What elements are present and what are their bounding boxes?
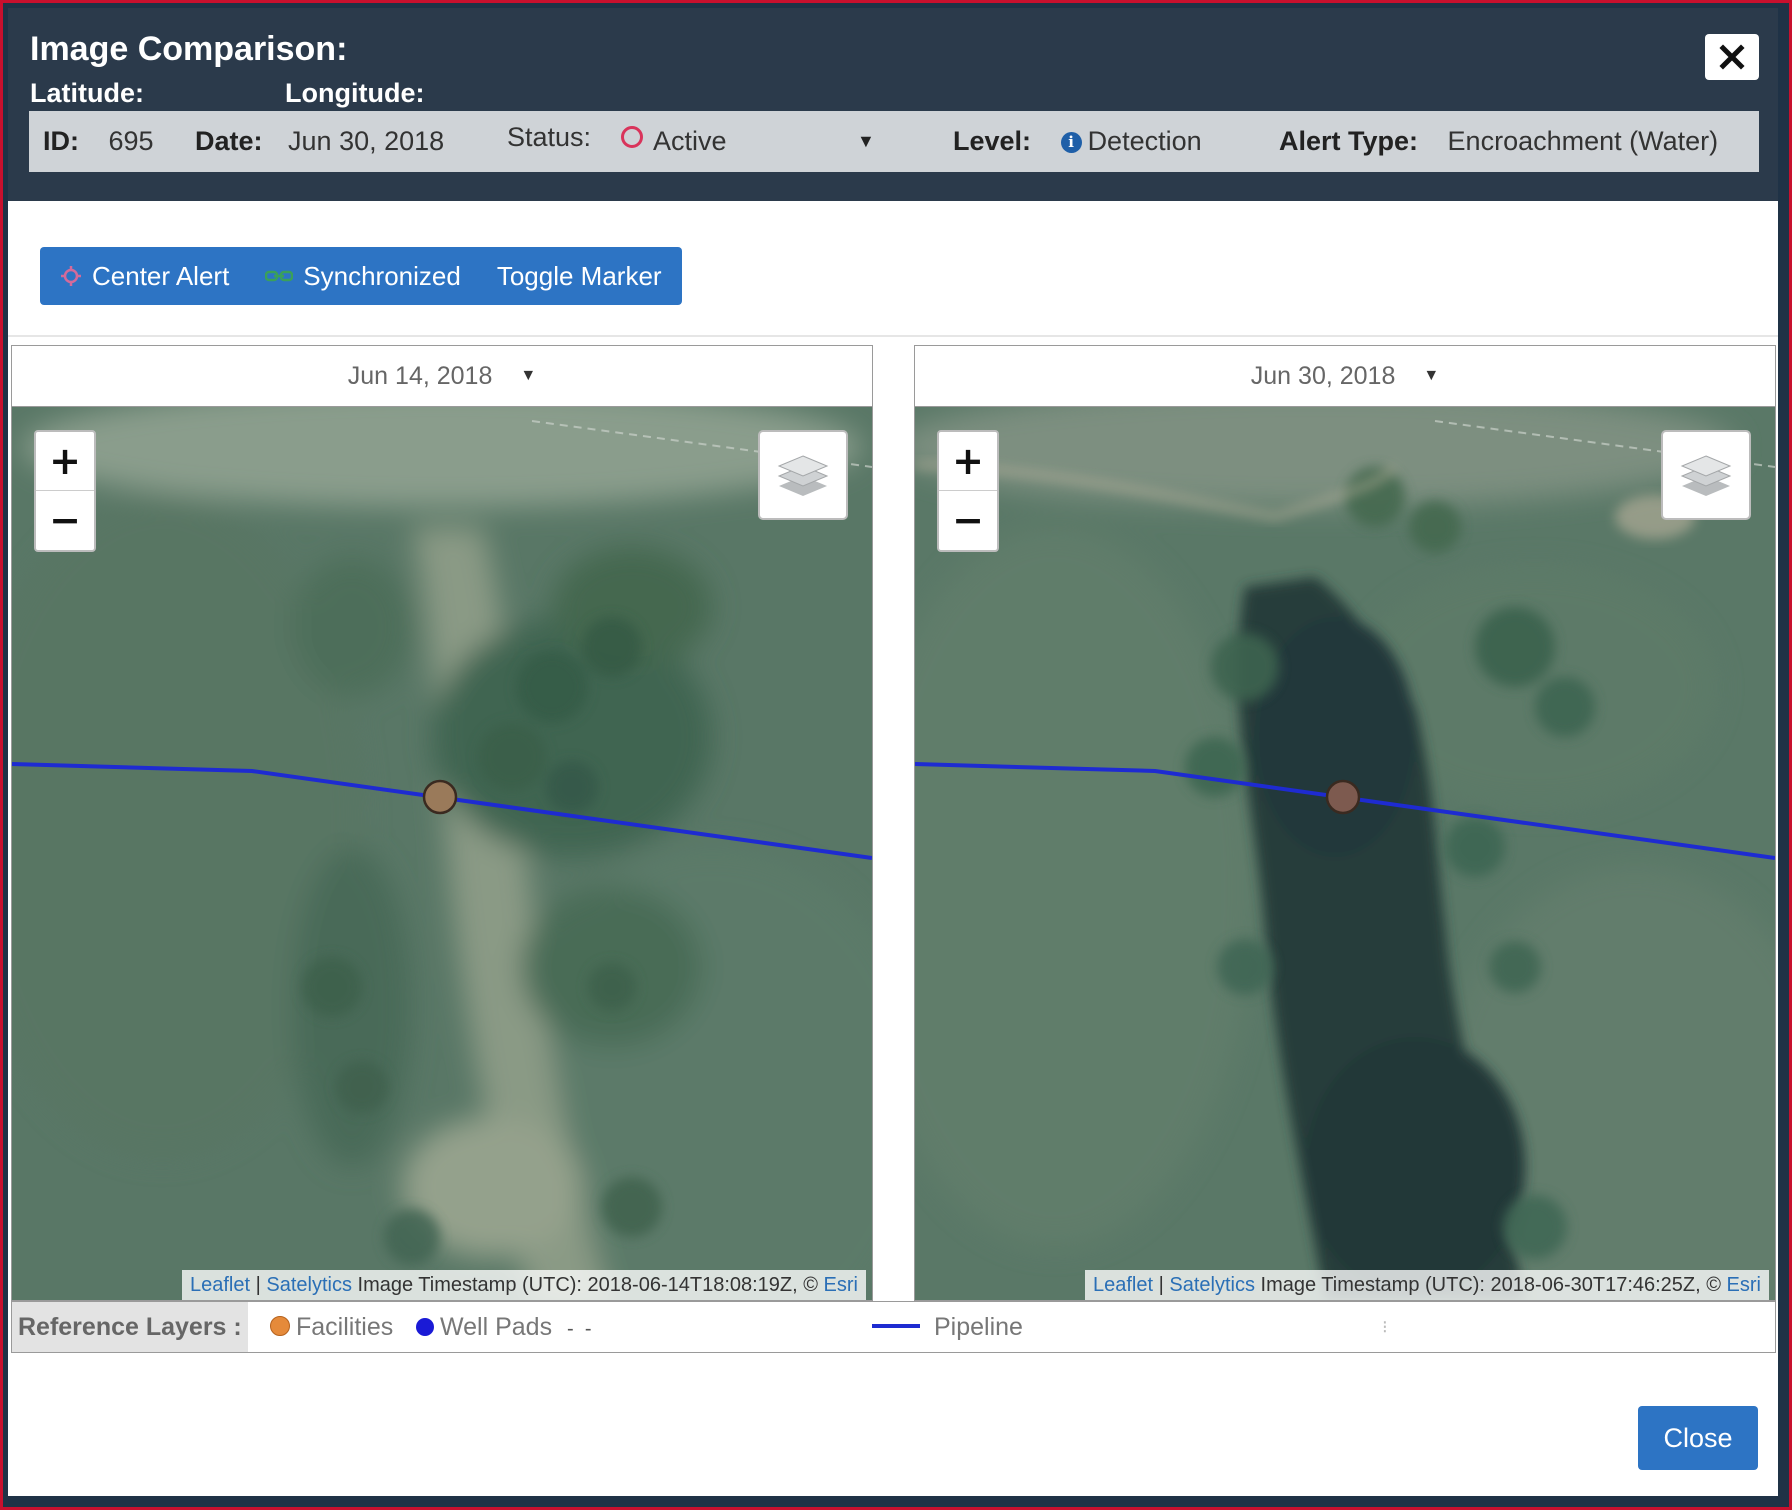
- latitude-label: Latitude:: [30, 78, 144, 108]
- date-label: Date:: [195, 126, 263, 156]
- facilities-dot-icon: [270, 1316, 290, 1336]
- level-label: Level:: [953, 126, 1032, 156]
- image-timestamp: Image Timestamp (UTC): 2018-06-14T18:08:…: [351, 1274, 824, 1296]
- modal-title: Image Comparison:: [30, 30, 348, 68]
- alert-info-bar: ID: 695 Date: Jun 30, 2018 Status: Activ…: [29, 111, 1759, 172]
- right-map-panel: Jun 30, 2018 ▼ + − Leaflet | Satelytics …: [914, 345, 1776, 1301]
- status-value: Active: [653, 126, 727, 156]
- right-zoom-control: + −: [937, 430, 999, 552]
- chevron-down-icon: ▼: [520, 367, 537, 384]
- crosshair-icon: [61, 266, 81, 286]
- layers-icon: [1680, 455, 1732, 496]
- alert-id: ID: 695: [43, 111, 154, 172]
- facility-marker[interactable]: [422, 779, 458, 815]
- right-map-attribution: Leaflet | Satelytics Image Timestamp (UT…: [1084, 1270, 1769, 1300]
- longitude-label: Longitude:: [285, 78, 425, 108]
- facilities-label: Facilities: [296, 1313, 394, 1341]
- zoom-in-button[interactable]: +: [36, 432, 94, 491]
- attribution-separator: |: [1153, 1274, 1170, 1296]
- info-icon: i: [1060, 132, 1082, 153]
- date-value: Jun 30, 2018: [288, 126, 445, 156]
- status-label: Status:: [507, 122, 592, 152]
- esri-link[interactable]: Esri: [1727, 1274, 1761, 1296]
- alert-type-label: Alert Type:: [1279, 126, 1419, 156]
- toggle-marker-label: Toggle Marker: [496, 260, 662, 291]
- status-dropdown[interactable]: Active ▼: [621, 111, 889, 172]
- pipeline-layer-toggle[interactable]: Pipeline: [872, 1302, 1023, 1352]
- esri-link[interactable]: Esri: [824, 1274, 858, 1296]
- alert-type: Alert Type: Encroachment (Water): [1279, 111, 1718, 172]
- toggle-marker-button[interactable]: Toggle Marker: [479, 247, 680, 305]
- center-alert-label: Center Alert: [92, 260, 230, 291]
- close-dialog-button[interactable]: [1705, 34, 1759, 80]
- close-icon: [1719, 44, 1745, 70]
- left-map-panel: Jun 14, 2018 ▼ + − Leaflet | Satelytics …: [11, 345, 873, 1301]
- well-pads-dot-icon: [416, 1318, 434, 1336]
- right-layers-button[interactable]: [1661, 430, 1751, 520]
- reference-layers-bar: Reference Layers : Facilities Well Pads …: [11, 1301, 1776, 1353]
- left-layers-button[interactable]: [758, 430, 848, 520]
- chevron-down-icon: ▼: [857, 131, 875, 151]
- zoom-out-button[interactable]: −: [939, 491, 997, 549]
- alert-type-value: Encroachment (Water): [1447, 126, 1719, 156]
- divider: [8, 335, 1778, 337]
- map-toolbar: Center Alert Synchronized Toggle Marker: [40, 247, 682, 305]
- attribution-separator: |: [250, 1274, 267, 1296]
- modal-header: Image Comparison: Latitude: Longitude: I…: [8, 8, 1778, 201]
- left-satellite-map[interactable]: + − Leaflet | Satelytics Image Timestamp…: [12, 407, 872, 1300]
- satelytics-link[interactable]: Satelytics: [266, 1274, 352, 1296]
- left-satellite-imagery: [12, 407, 872, 1300]
- id-value: 695: [108, 126, 154, 156]
- left-date-value: Jun 14, 2018: [347, 361, 493, 390]
- more-icon: ⁝: [1382, 1317, 1388, 1337]
- well-pads-label: Well Pads: [440, 1313, 553, 1341]
- close-button[interactable]: Close: [1638, 1406, 1758, 1470]
- left-date-dropdown[interactable]: Jun 14, 2018 ▼: [12, 346, 872, 407]
- pipeline-label: Pipeline: [934, 1313, 1023, 1341]
- link-icon: [265, 270, 294, 282]
- alert-date: Date: Jun 30, 2018: [195, 111, 444, 172]
- image-timestamp: Image Timestamp (UTC): 2018-06-30T17:46:…: [1254, 1274, 1727, 1296]
- left-map-attribution: Leaflet | Satelytics Image Timestamp (UT…: [181, 1270, 866, 1300]
- synchronized-label: Synchronized: [303, 260, 461, 291]
- right-satellite-imagery: [915, 407, 1775, 1300]
- zoom-out-button[interactable]: −: [36, 491, 94, 549]
- facilities-layer-toggle[interactable]: Facilities: [270, 1302, 393, 1352]
- chevron-down-icon: ▼: [1423, 367, 1440, 384]
- leaflet-link[interactable]: Leaflet: [1093, 1274, 1153, 1296]
- image-comparison-modal: Image Comparison: Latitude: Longitude: I…: [8, 8, 1778, 1496]
- zoom-in-button[interactable]: +: [939, 432, 997, 491]
- well-pads-layer-toggle[interactable]: Well Pads - -: [416, 1302, 591, 1352]
- alert-level: Level: i Detection: [953, 111, 1202, 172]
- center-alert-button[interactable]: Center Alert: [40, 247, 247, 305]
- status-active-icon: [621, 126, 643, 148]
- leaflet-link[interactable]: Leaflet: [190, 1274, 250, 1296]
- right-date-value: Jun 30, 2018: [1250, 361, 1396, 390]
- layers-icon: [777, 455, 829, 496]
- synchronized-button[interactable]: Synchronized: [247, 247, 479, 305]
- dash-icon: - -: [567, 1318, 592, 1340]
- facility-marker[interactable]: [1325, 779, 1361, 815]
- right-satellite-map[interactable]: + − Leaflet | Satelytics Image Timestamp…: [915, 407, 1775, 1300]
- pipeline-line-icon: [872, 1324, 920, 1328]
- reference-layers-label: Reference Layers :: [12, 1302, 248, 1352]
- id-label: ID:: [43, 126, 79, 156]
- satelytics-link[interactable]: Satelytics: [1169, 1274, 1255, 1296]
- left-zoom-control: + −: [34, 430, 96, 552]
- level-value: Detection: [1087, 126, 1202, 156]
- right-date-dropdown[interactable]: Jun 30, 2018 ▼: [915, 346, 1775, 407]
